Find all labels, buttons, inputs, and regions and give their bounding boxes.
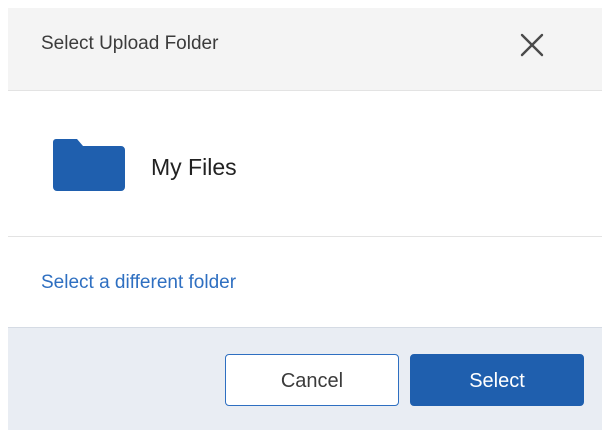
dialog-title: Select Upload Folder xyxy=(41,33,219,54)
folder-icon xyxy=(53,139,125,191)
close-button[interactable] xyxy=(518,31,546,59)
cancel-button[interactable]: Cancel xyxy=(225,354,399,406)
folder-name: My Files xyxy=(151,154,237,180)
selected-folder-row: My Files xyxy=(8,91,602,237)
select-upload-folder-dialog: Select Upload Folder My Files Select a d… xyxy=(8,8,602,430)
close-icon xyxy=(520,33,544,57)
dialog-footer: Cancel Select xyxy=(8,327,602,430)
change-folder-row: Select a different folder xyxy=(8,237,602,327)
select-different-folder-link[interactable]: Select a different folder xyxy=(41,271,236,295)
select-button[interactable]: Select xyxy=(410,354,584,406)
dialog-header: Select Upload Folder xyxy=(8,8,602,91)
